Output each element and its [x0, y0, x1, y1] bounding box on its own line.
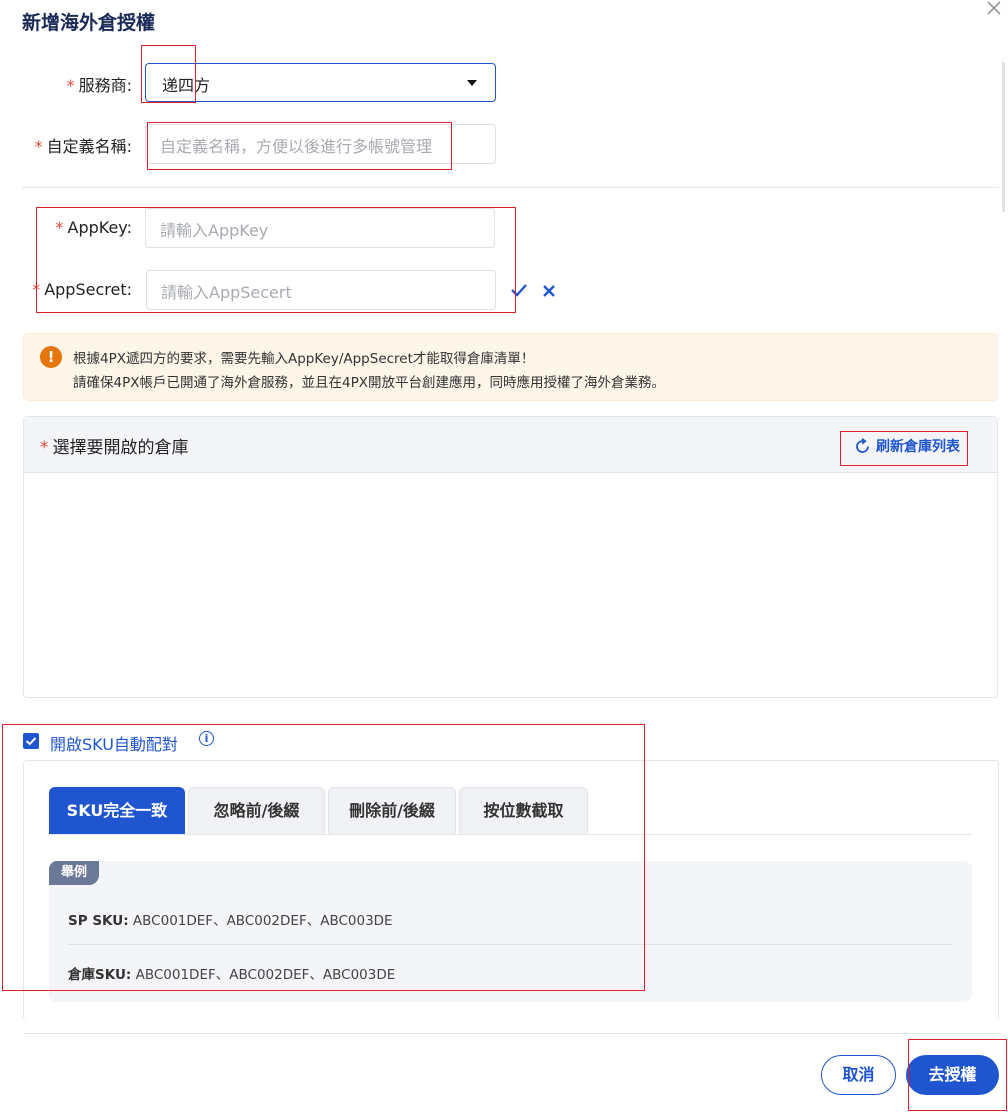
appkey-input[interactable]: 請輸入AppKey — [145, 208, 495, 248]
divider — [22, 187, 999, 188]
example-sp-sku: SP SKU: ABC001DEF、ABC002DEF、ABC003DE — [68, 913, 393, 929]
appsecret-input[interactable]: 請輸入AppSecert — [146, 270, 496, 310]
appsecret-placeholder: 請輸入AppSecert — [161, 283, 292, 302]
authorize-button[interactable]: 去授權 — [906, 1055, 999, 1095]
check-icon — [25, 737, 37, 746]
caret-down-icon — [467, 80, 477, 86]
cancel-icon[interactable] — [541, 281, 557, 299]
provider-label: * 服務商: — [66, 76, 132, 95]
custom-name-label: * 自定義名稱: — [34, 137, 132, 156]
info-icon[interactable]: i — [199, 731, 214, 746]
dialog-title: 新增海外倉授權 — [22, 12, 156, 34]
alert-line-2: 請確保4PX帳戶已開通了海外倉服務，並且在4PX開放平台創建應用，同時應用授權了… — [73, 375, 665, 391]
warning-alert: ! 根據4PX遞四方的要求，需要先輸入AppKey/AppSecret才能取得倉… — [23, 333, 998, 401]
custom-name-placeholder: 自定義名稱，方便以後進行多帳號管理 — [160, 137, 433, 156]
warehouse-panel: * 選擇要開啟的倉庫 刷新倉庫列表 — [23, 416, 998, 698]
alert-line-1: 根據4PX遞四方的要求，需要先輸入AppKey/AppSecret才能取得倉庫清… — [73, 351, 535, 367]
tab-sku-exact[interactable]: SKU完全一致 — [49, 787, 185, 835]
sku-match-label[interactable]: 開啟SKU自動配對 — [50, 731, 178, 755]
appkey-label: * AppKey: — [55, 218, 133, 237]
custom-name-input[interactable]: 自定義名稱，方便以後進行多帳號管理 — [145, 124, 496, 164]
example-warehouse-sku: 倉庫SKU: ABC001DEF、ABC002DEF、ABC003DE — [68, 967, 396, 983]
check-icon[interactable] — [510, 280, 528, 300]
cancel-button[interactable]: 取消 — [821, 1055, 896, 1095]
refresh-warehouse-button[interactable]: 刷新倉庫列表 — [854, 436, 960, 456]
provider-select-value: 递四方 — [162, 76, 211, 95]
tab-truncate-digits[interactable]: 按位數截取 — [459, 787, 588, 835]
scrollbar[interactable] — [1002, 62, 1005, 212]
exclamation-icon: ! — [40, 346, 62, 368]
refresh-icon — [856, 438, 869, 453]
tab-delete-affix[interactable]: 刪除前/後綴 — [328, 787, 456, 835]
sku-match-checkbox[interactable] — [23, 733, 39, 749]
close-icon[interactable] — [984, 0, 1004, 18]
tabs-underline — [49, 834, 972, 835]
example-divider — [68, 944, 953, 945]
provider-select[interactable]: 递四方 — [145, 63, 496, 102]
warehouse-panel-header: * 選擇要開啟的倉庫 刷新倉庫列表 — [24, 417, 997, 473]
refresh-label: 刷新倉庫列表 — [876, 439, 960, 455]
footer-divider — [23, 1033, 999, 1034]
tab-ignore-affix[interactable]: 忽略前/後綴 — [188, 787, 325, 835]
warehouse-title: * 選擇要開啟的倉庫 — [40, 438, 189, 458]
appsecret-label: * AppSecret: — [32, 280, 132, 299]
example-badge: 舉例 — [49, 861, 99, 885]
example-box: 舉例 SP SKU: ABC001DEF、ABC002DEF、ABC003DE … — [49, 861, 972, 1002]
appkey-placeholder: 請輸入AppKey — [160, 221, 269, 240]
